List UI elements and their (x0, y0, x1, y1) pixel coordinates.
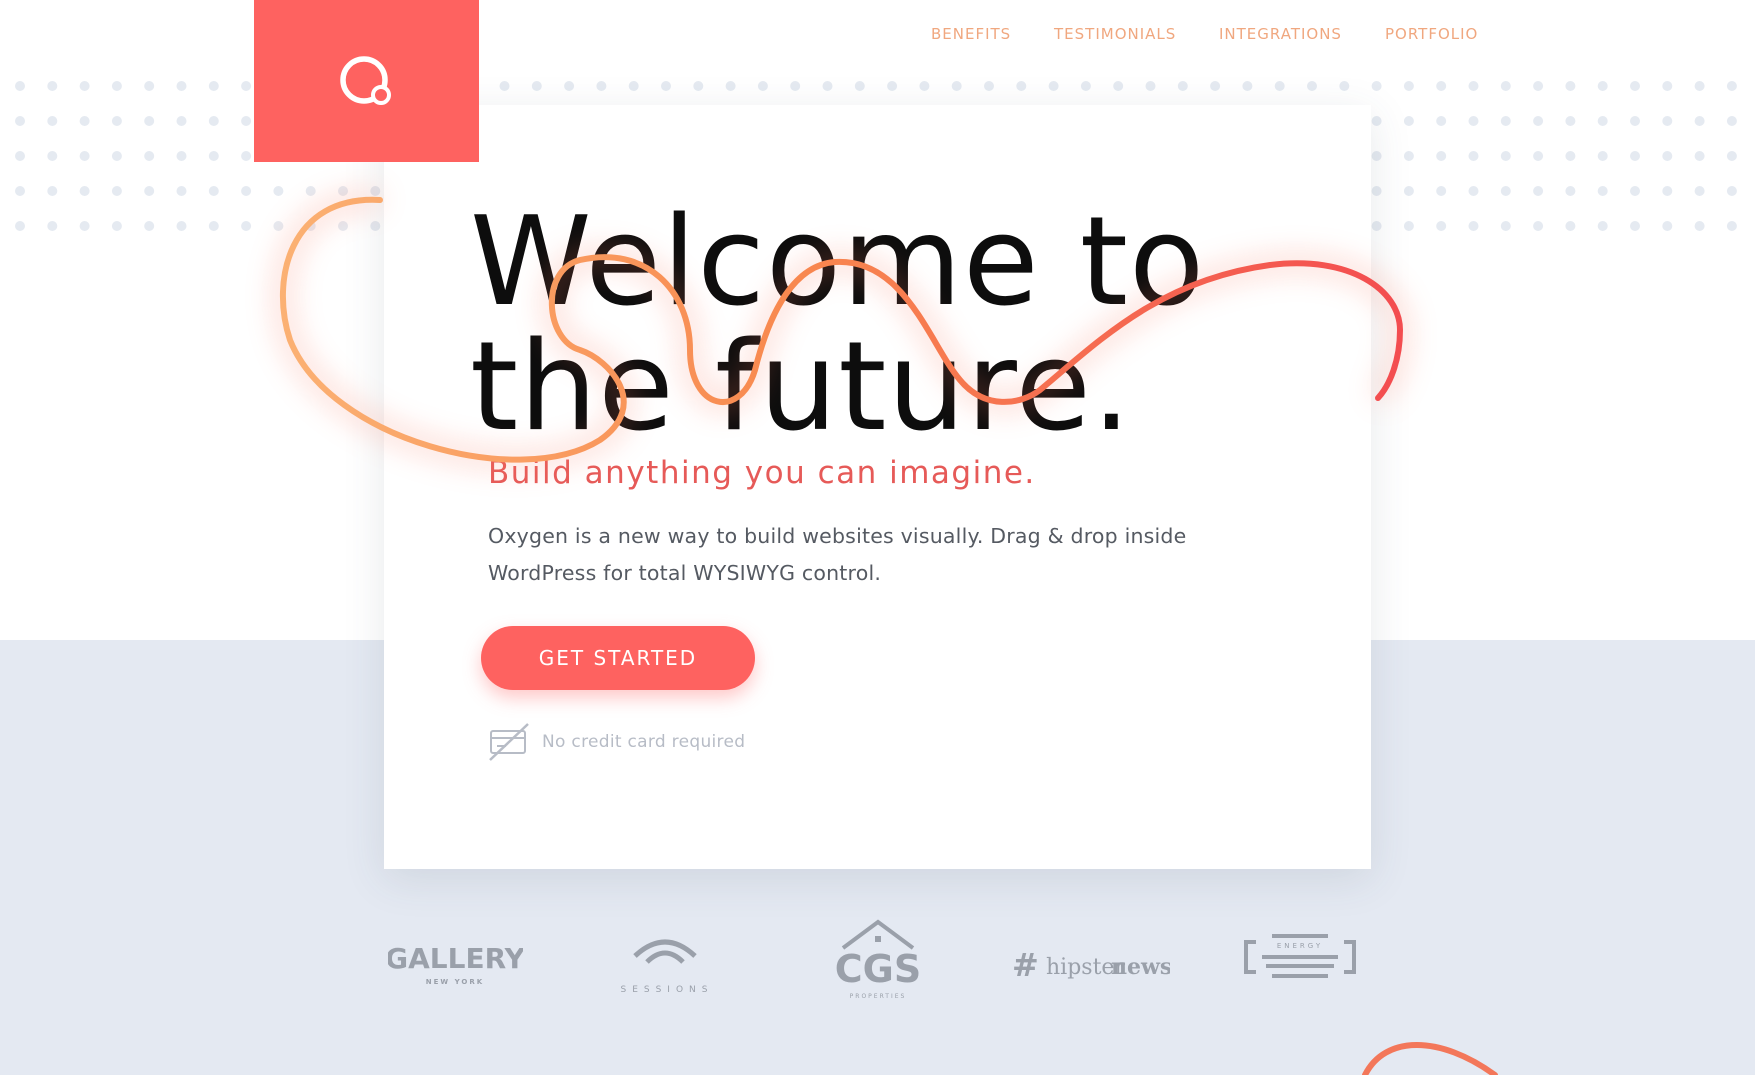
client-logos: GALLERY NEW YORK SESSIONS CGS PROPERTIES… (0, 919, 1755, 1040)
no-credit-card-note: No credit card required (488, 722, 745, 762)
sessions-logo: SESSIONS (620, 939, 713, 995)
cgs-logo-text: CGS (835, 947, 921, 991)
nav-benefits[interactable]: BENEFITS (931, 25, 1011, 43)
no-credit-card-text: No credit card required (542, 732, 746, 752)
gallery-logo-subtext: NEW YORK (426, 978, 484, 986)
energy-logo-text: ENERGY (1277, 942, 1323, 950)
hipster-news-text-2: news (1111, 954, 1170, 980)
headline-line-2: the future. (470, 316, 1133, 459)
get-started-button[interactable]: GET STARTED (481, 626, 755, 690)
hero-description: Oxygen is a new way to build websites vi… (488, 524, 1187, 585)
cgs-logo-subtext: PROPERTIES (850, 993, 907, 1000)
oxygen-logo-icon (339, 56, 391, 105)
cgs-logo: CGS PROPERTIES (835, 919, 921, 1000)
sessions-logo-text: SESSIONS (620, 985, 713, 995)
hipster-news-hash: # (1012, 946, 1039, 984)
top-navigation: BENEFITS TESTIMONIALS INTEGRATIONS PORTF… (0, 25, 1755, 45)
hero-subheadline: Build anything you can imagine. (488, 455, 1036, 491)
gallery-logo-text: GALLERY (388, 942, 523, 975)
hero-headline: Welcome to the future. (470, 200, 1205, 450)
gallery-logo: GALLERY NEW YORK (388, 942, 523, 986)
headline-line-1: Welcome to (470, 191, 1206, 334)
energy-logo: ENERGY (1244, 934, 1356, 978)
nav-integrations[interactable]: INTEGRATIONS (1219, 25, 1342, 43)
hipster-news-logo: # hipster news (1012, 946, 1170, 984)
nav-testimonials[interactable]: TESTIMONIALS (1054, 25, 1176, 43)
nav-portfolio[interactable]: PORTFOLIO (1385, 25, 1478, 43)
no-credit-card-icon (489, 723, 529, 761)
